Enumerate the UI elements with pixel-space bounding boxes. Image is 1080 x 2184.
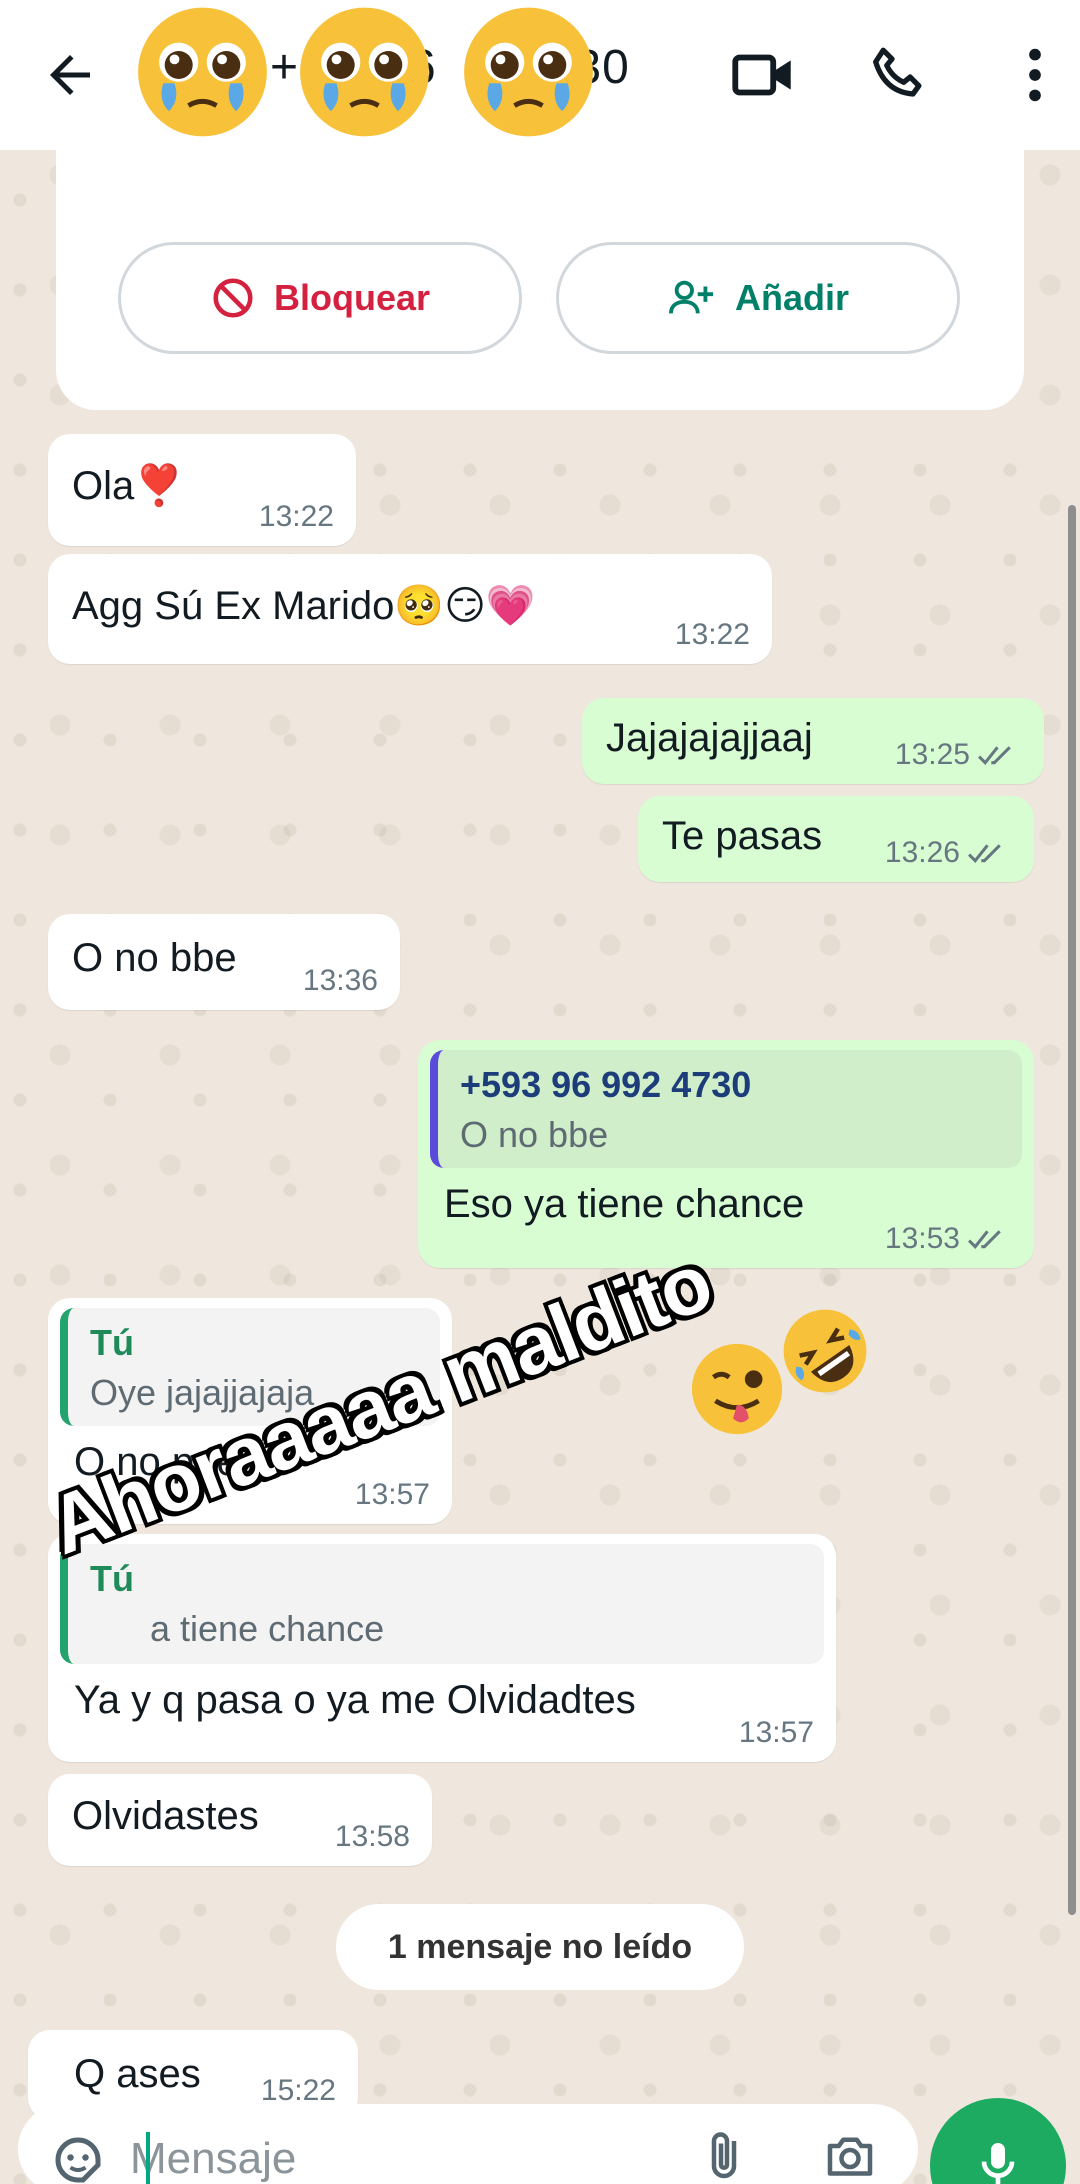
message-time-wrapper: 13:53	[885, 1222, 1012, 1256]
message-time: 13:22	[674, 618, 750, 651]
message-text: Ya y q pasa o ya me Olvidadtes	[74, 1678, 636, 1722]
message-bubble-outgoing-reply[interactable]: +593 96 992 4730 O no bbe Eso ya tiene c…	[418, 1040, 1034, 1268]
pleading-face-emoji-icon	[464, 7, 593, 137]
add-person-icon	[668, 280, 714, 314]
add-label: Añadir	[734, 277, 849, 318]
quote-author: +593 96 992 4730	[460, 1064, 752, 1105]
message-time-wrapper: 13:26	[885, 836, 1012, 870]
pleading-face-emoji-icon	[300, 7, 429, 137]
scrollbar[interactable]	[1068, 505, 1076, 1915]
message-time: 13:57	[354, 1478, 430, 1511]
back-arrow-icon[interactable]	[40, 45, 100, 105]
video-call-icon[interactable]	[728, 40, 798, 110]
block-button[interactable]: Bloquear	[118, 242, 522, 354]
chat-header: +6730	[0, 0, 1080, 150]
phone-icon[interactable]	[864, 40, 934, 110]
microphone-icon	[981, 2143, 1015, 2184]
message-bubble-incoming[interactable]: Agg Sú Ex Marido🥺😏💗 13:22	[48, 554, 772, 664]
quote-text: O no bbe	[460, 1114, 609, 1155]
rolling-laughing-emoji-icon	[783, 1309, 867, 1393]
message-bubble-incoming[interactable]: Olvidastes 13:58	[48, 1774, 432, 1866]
camera-icon[interactable]	[818, 2126, 882, 2184]
pleading-face-emoji-icon	[138, 7, 267, 137]
message-time: 13:57	[738, 1716, 814, 1749]
winking-tongue-emoji-icon	[691, 1343, 783, 1435]
unread-messages-divider: 1 mensaje no leído	[336, 1904, 744, 1990]
message-text: Agg Sú Ex Marido🥺😏💗	[72, 584, 536, 628]
block-icon	[213, 278, 253, 318]
message-bubble-incoming[interactable]: Ola❣️ 13:22	[48, 434, 356, 546]
message-time: 13:25	[894, 738, 970, 771]
read-ticks-icon	[967, 1230, 1001, 1249]
message-time: 13:22	[258, 500, 334, 533]
quote-author: Tú	[90, 1558, 134, 1599]
quoted-message[interactable]: Tú a tiene chance	[60, 1544, 824, 1664]
message-bubble-incoming[interactable]: O no bbe 13:36	[48, 914, 400, 1010]
sticker-emoji-icon[interactable]	[48, 2130, 108, 2184]
message-time: 13:26	[884, 836, 960, 869]
message-time: 13:58	[334, 1820, 410, 1853]
read-ticks-icon	[977, 746, 1011, 765]
message-input[interactable]: Mensaje	[130, 2134, 296, 2184]
message-bubble-outgoing[interactable]: Te pasas 13:26	[638, 796, 1034, 882]
message-bubble-outgoing[interactable]: Jajajajajjaaj 13:25	[582, 698, 1044, 784]
unknown-contact-card: Bloquear Añadir	[56, 150, 1024, 410]
message-text: Eso ya tiene chance	[444, 1182, 805, 1226]
quote-text: a tiene chance	[150, 1608, 385, 1649]
block-label: Bloquear	[273, 277, 431, 318]
more-vert-icon[interactable]	[1000, 40, 1070, 110]
message-time: 13:53	[884, 1222, 960, 1255]
read-ticks-icon	[967, 844, 1001, 863]
message-bubble-incoming-reply[interactable]: Tú a tiene chance Ya y q pasa o ya me Ol…	[48, 1534, 836, 1762]
attach-clip-icon[interactable]	[694, 2126, 754, 2184]
quoted-message[interactable]: +593 96 992 4730 O no bbe	[430, 1050, 1022, 1168]
message-time-wrapper: 13:25	[895, 738, 1022, 772]
text-caret	[146, 2132, 150, 2184]
add-contact-button[interactable]: Añadir	[556, 242, 960, 354]
message-time: 13:36	[302, 964, 378, 997]
message-time: 15:22	[260, 2074, 336, 2107]
